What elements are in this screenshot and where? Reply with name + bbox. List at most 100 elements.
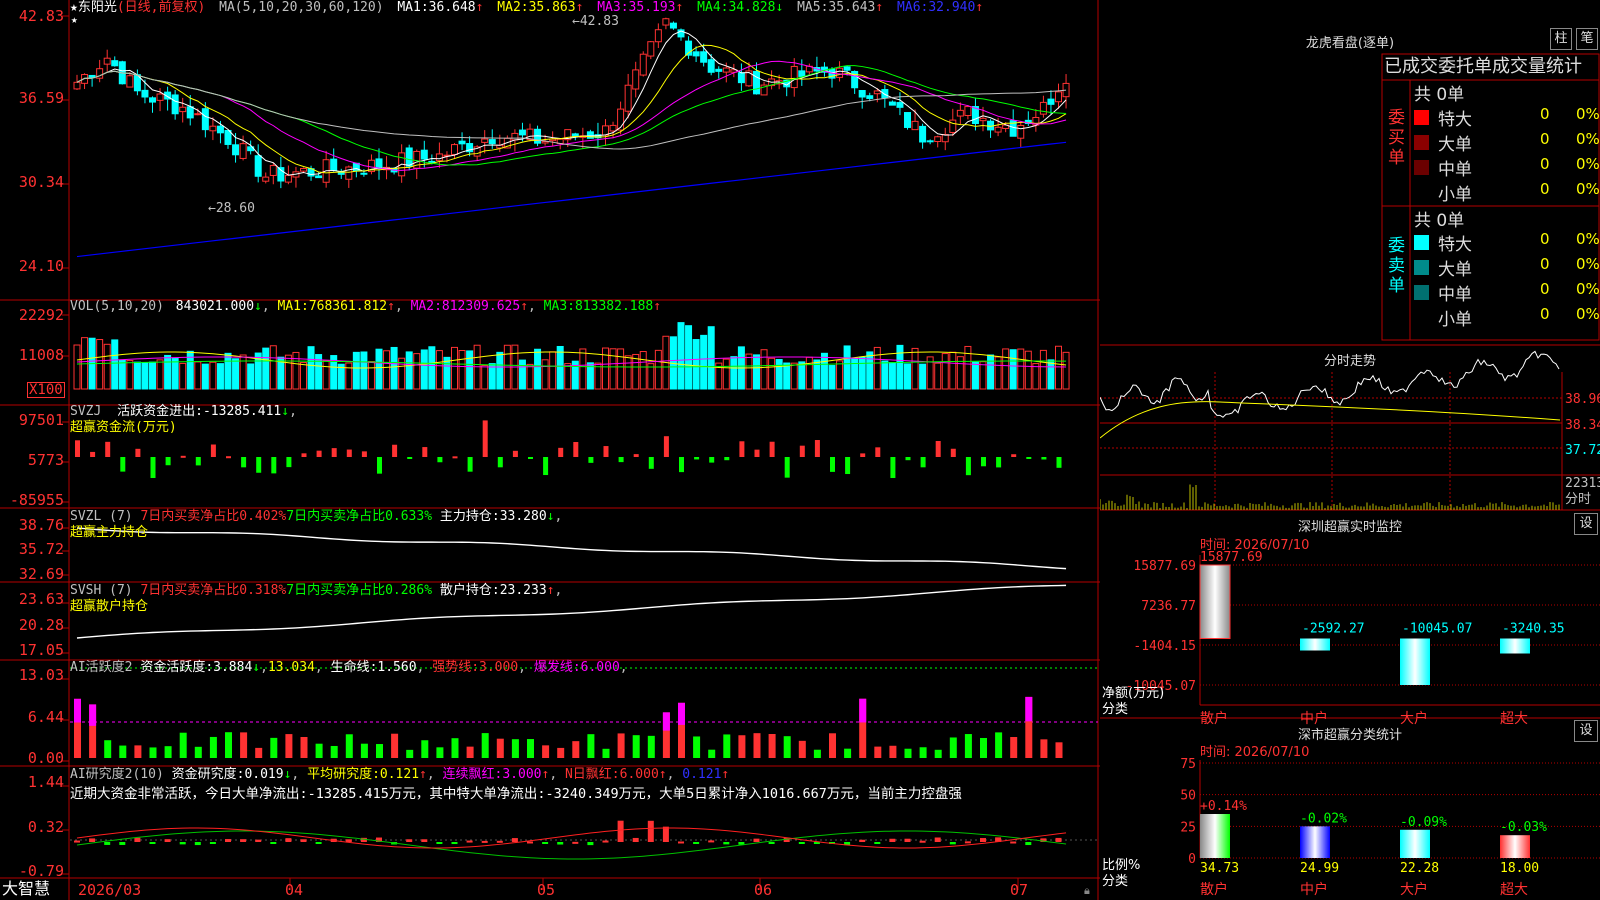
candle-body bbox=[232, 144, 240, 156]
flow-bar bbox=[90, 451, 96, 457]
research-bar bbox=[89, 838, 96, 842]
candle-body bbox=[435, 153, 443, 162]
monitor-y-label: 15877.69 bbox=[1133, 559, 1196, 574]
activity-bar-top bbox=[89, 704, 97, 726]
monitor-bar bbox=[1300, 638, 1330, 651]
classify-settings-button[interactable]: 设 bbox=[1574, 720, 1598, 742]
svsh-y-label: 20.28 bbox=[18, 616, 64, 634]
candle-body bbox=[624, 84, 632, 112]
flow-bar bbox=[633, 454, 639, 457]
activity-bar bbox=[557, 747, 565, 758]
candle-body bbox=[481, 138, 489, 143]
column-mode-button[interactable]: 柱 bbox=[1550, 28, 1572, 50]
research-bar bbox=[240, 839, 247, 842]
ai1-d-value: 3.000 bbox=[479, 660, 519, 675]
research-bar bbox=[693, 842, 700, 844]
flow-bar bbox=[437, 457, 443, 463]
volume-bar bbox=[858, 356, 866, 390]
x-axis-label: 2026/03 bbox=[78, 881, 142, 899]
volume-bar bbox=[556, 345, 564, 390]
sell-row-count: 0 bbox=[1540, 305, 1550, 323]
candle-body bbox=[186, 106, 194, 119]
flow-bar bbox=[799, 445, 805, 457]
ai1-a-value: 3.884 bbox=[213, 660, 253, 675]
sell-row-count: 0 bbox=[1540, 230, 1550, 248]
flow-bar bbox=[981, 457, 986, 467]
monitor-settings-button[interactable]: 设 bbox=[1574, 513, 1598, 535]
candle-body bbox=[126, 75, 134, 88]
candle-body bbox=[224, 129, 232, 145]
brand-logo[interactable]: 大智慧 bbox=[2, 880, 50, 898]
ma5-label: MA5: bbox=[797, 0, 829, 15]
x-axis-label: 05 bbox=[537, 881, 556, 899]
vol-ma2-value: 812309.625 bbox=[441, 299, 521, 314]
activity-bar bbox=[164, 746, 172, 758]
lock-icon[interactable]: 🔒︎ bbox=[1084, 883, 1090, 899]
volume-bar bbox=[866, 351, 874, 390]
candle-body bbox=[911, 120, 919, 131]
main-holding-line bbox=[76, 527, 1067, 570]
stock-name[interactable]: 东阳光 bbox=[78, 0, 117, 15]
flow-bar bbox=[890, 457, 896, 479]
candle-body bbox=[179, 106, 187, 113]
candle-body bbox=[269, 165, 277, 176]
svsh-value: 23.233 bbox=[499, 583, 547, 598]
volume-bar bbox=[971, 361, 979, 390]
kline-chart-area[interactable]: ★东阳光(日线,前复权) MA(5,10,20,30,60,120) MA1:3… bbox=[0, 0, 1100, 900]
flow-bar bbox=[875, 447, 881, 457]
volume-bar bbox=[481, 364, 489, 390]
candle-body bbox=[602, 125, 609, 136]
monitor-bar bbox=[1199, 564, 1231, 639]
flow-bar bbox=[452, 456, 458, 459]
ma-line-120 bbox=[76, 141, 1067, 258]
research-bar bbox=[602, 840, 609, 843]
volume-bar bbox=[307, 346, 315, 390]
ai1-d-label: 强势线: bbox=[432, 660, 480, 675]
research-bar bbox=[889, 838, 896, 842]
sell-row-swatch bbox=[1414, 310, 1429, 325]
ma3-label: MA3: bbox=[597, 0, 629, 15]
flow-bar bbox=[1056, 457, 1062, 468]
activity-bar bbox=[934, 749, 942, 758]
flow-bar bbox=[679, 457, 684, 473]
ma1-label: MA1: bbox=[397, 0, 429, 15]
buy-total: 共 0单 bbox=[1414, 85, 1465, 105]
ai2-d-label: N日飘红: bbox=[564, 767, 620, 782]
svsh-ratio-a: 7日内买卖净占比0.318% bbox=[140, 583, 287, 598]
flow-bar bbox=[1041, 457, 1047, 460]
monitor-y-label: -1404.15 bbox=[1133, 639, 1196, 654]
sell-row-pct: 0% bbox=[1576, 255, 1600, 273]
ai-research-header: AI研究度2(10) 资金研究度:0.019↓, 平均研究度:0.121↑, 连… bbox=[70, 767, 730, 782]
volume-bar bbox=[617, 348, 625, 390]
flow-bar bbox=[422, 447, 428, 457]
volume-bar bbox=[164, 354, 172, 390]
activity-bar bbox=[980, 737, 987, 758]
research-bar bbox=[632, 837, 639, 842]
candle-body bbox=[345, 166, 353, 180]
activity-bar bbox=[360, 743, 368, 758]
research-bar bbox=[1055, 837, 1062, 842]
flow-bar bbox=[316, 450, 322, 457]
tick-mode-button[interactable]: 笔 bbox=[1576, 28, 1598, 50]
candle-body bbox=[609, 124, 617, 132]
candle-body bbox=[458, 140, 466, 145]
research-bar bbox=[798, 842, 805, 844]
research-bar bbox=[255, 839, 262, 842]
monitor-value-label: -2592.27 bbox=[1302, 622, 1365, 637]
volume-bar bbox=[420, 349, 428, 390]
vol-ma3-arrow: ↑ bbox=[653, 299, 662, 314]
candle-body bbox=[284, 174, 292, 183]
kline-svg[interactable] bbox=[0, 0, 1100, 900]
period-label[interactable]: (日线,前复权) bbox=[117, 0, 205, 15]
activity-bar bbox=[753, 733, 761, 758]
candle-body bbox=[753, 70, 760, 95]
vol-ma3-value: 813382.188 bbox=[574, 299, 654, 314]
volume-bar bbox=[896, 344, 904, 390]
vol-unit-label[interactable]: X100 bbox=[27, 382, 65, 398]
ai2-y-label: -0.79 bbox=[18, 862, 64, 880]
vol-header: VOL(5,10,20) 843021.000↓, MA1:768361.812… bbox=[70, 299, 662, 314]
candle-body bbox=[73, 81, 81, 90]
vol-ma1-arrow: ↑ bbox=[387, 299, 395, 314]
ai1-name: AI活跃度2 bbox=[70, 660, 133, 675]
candle-body bbox=[488, 139, 496, 145]
